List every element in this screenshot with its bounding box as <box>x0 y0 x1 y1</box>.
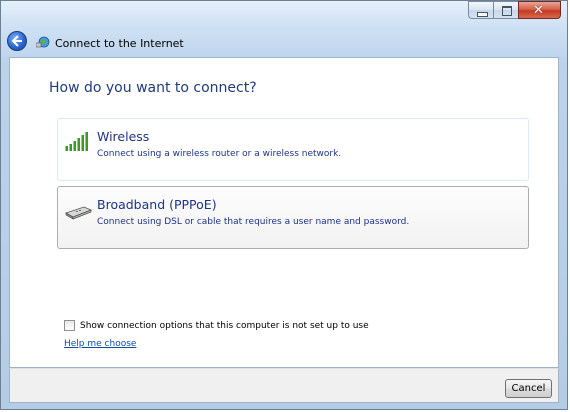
caption-buttons: ✕ <box>468 1 561 19</box>
window-title: Connect to the Internet <box>55 37 184 50</box>
back-button[interactable] <box>7 31 27 51</box>
network-globe-icon <box>36 36 50 48</box>
back-arrow-icon <box>11 35 22 47</box>
content-panel: How do you want to connect? Wireless Con… <box>9 57 559 368</box>
option-broadband-description: Connect using DSL or cable that requires… <box>97 217 410 227</box>
help-me-choose-link[interactable]: Help me choose <box>64 339 136 349</box>
show-options-checkbox-row[interactable]: Show connection options that this comput… <box>64 320 369 331</box>
minimize-button[interactable] <box>468 1 494 19</box>
broadband-modem-icon <box>65 206 92 220</box>
maximize-button[interactable] <box>493 1 519 19</box>
cancel-button[interactable]: Cancel <box>505 379 552 398</box>
show-options-label: Show connection options that this comput… <box>80 320 369 331</box>
option-broadband-title: Broadband (PPPoE) <box>97 197 217 212</box>
option-wireless[interactable]: Wireless Connect using a wireless router… <box>57 118 529 181</box>
minimize-icon <box>477 12 488 17</box>
footer-bar: Cancel <box>9 368 559 403</box>
option-wireless-description: Connect using a wireless router or a wir… <box>97 149 342 159</box>
close-button[interactable]: ✕ <box>518 1 561 19</box>
maximize-icon <box>502 6 512 16</box>
option-broadband[interactable]: Broadband (PPPoE) Connect using DSL or c… <box>57 186 529 249</box>
signal-bars-icon <box>65 132 88 151</box>
close-icon: ✕ <box>533 3 544 18</box>
title-bar: Connect to the Internet ✕ <box>1 1 567 57</box>
option-wireless-title: Wireless <box>97 129 150 144</box>
page-heading: How do you want to connect? <box>49 80 257 96</box>
show-options-checkbox[interactable] <box>64 320 75 331</box>
connect-to-internet-window: Connect to the Internet ✕ How do you wan… <box>0 0 568 410</box>
